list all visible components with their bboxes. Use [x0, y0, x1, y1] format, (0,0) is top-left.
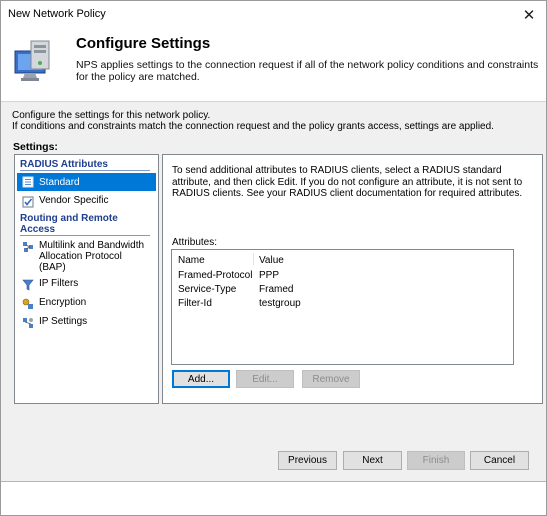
filter-icon — [22, 279, 34, 291]
nav-item-vendor-specific[interactable]: Vendor Specific — [17, 195, 156, 208]
column-header-name[interactable]: Name — [178, 255, 205, 266]
attribute-value: Framed — [259, 284, 294, 295]
finish-button[interactable]: Finish — [407, 451, 465, 470]
attribute-value: testgroup — [259, 298, 301, 309]
table-row[interactable]: Filter-Id testgroup — [172, 298, 513, 311]
column-header-value[interactable]: Value — [259, 255, 284, 266]
intro-line-1: Configure the settings for this network … — [12, 110, 211, 121]
nav-item-label: IP Settings — [39, 316, 88, 327]
intro-line-2: If conditions and constraints match the … — [12, 121, 494, 132]
attribute-name: Service-Type — [178, 284, 237, 295]
attributes-label: Attributes: — [172, 237, 218, 248]
settings-nav-pane: RADIUS Attributes Standard Vendor Specif… — [14, 154, 159, 404]
table-row[interactable]: Service-Type Framed — [172, 284, 513, 297]
nav-item-label: Standard — [39, 176, 80, 188]
nav-item-ip-settings[interactable]: IP Settings — [17, 316, 156, 329]
attribute-name: Filter-Id — [178, 298, 212, 309]
title-bar: New Network Policy ✕ — [1, 1, 546, 29]
document-list-icon — [22, 176, 34, 188]
radius-attributes-header: RADIUS Attributes — [20, 159, 150, 171]
nav-item-multilink[interactable]: Multilink and Bandwidth Allocation Proto… — [17, 240, 156, 273]
attribute-name: Framed-Protocol — [178, 270, 253, 281]
close-icon[interactable]: ✕ — [512, 1, 546, 29]
add-button[interactable]: Add... — [172, 370, 230, 388]
routing-remote-access-header: Routing and Remote Access — [20, 213, 150, 236]
nav-item-label: Vendor Specific — [39, 195, 109, 206]
settings-detail-pane: To send additional attributes to RADIUS … — [162, 154, 543, 404]
remove-button[interactable]: Remove — [302, 370, 360, 388]
intro-text: Configure the settings for this network … — [12, 110, 494, 132]
window-title: New Network Policy — [8, 8, 106, 20]
cancel-button[interactable]: Cancel — [470, 451, 529, 470]
network-nodes-icon — [23, 242, 33, 252]
settings-label: Settings: — [13, 141, 58, 153]
new-network-policy-dialog: New Network Policy ✕ Configure Settings … — [0, 0, 547, 516]
previous-button[interactable]: Previous — [278, 451, 337, 470]
nav-item-label: IP Filters — [39, 278, 79, 289]
next-button[interactable]: Next — [343, 451, 402, 470]
nav-item-encryption[interactable]: Encryption — [17, 297, 156, 310]
wizard-header: Configure Settings NPS applies settings … — [1, 29, 546, 102]
nav-item-ip-filters[interactable]: IP Filters — [17, 278, 156, 291]
edit-button[interactable]: Edit... — [236, 370, 294, 388]
page-title: Configure Settings — [76, 35, 211, 52]
network-settings-icon — [23, 318, 33, 328]
page-description: NPS applies settings to the connection r… — [76, 59, 539, 83]
attributes-description: To send additional attributes to RADIUS … — [172, 165, 523, 199]
computer-network-icon — [14, 40, 50, 81]
table-row[interactable]: Framed-Protocol PPP — [172, 270, 513, 283]
column-divider — [253, 253, 254, 265]
nav-item-label: Encryption — [39, 297, 87, 308]
attribute-value: PPP — [259, 270, 280, 281]
nav-item-label: Multilink and Bandwidth Allocation Proto… — [39, 240, 145, 273]
footer-area — [1, 482, 546, 515]
checkbox-document-icon — [22, 196, 34, 208]
key-lock-icon — [22, 298, 33, 309]
nav-item-standard[interactable]: Standard — [17, 173, 156, 191]
attributes-list[interactable]: Name Value Framed-Protocol PPP Service-T… — [171, 249, 514, 365]
